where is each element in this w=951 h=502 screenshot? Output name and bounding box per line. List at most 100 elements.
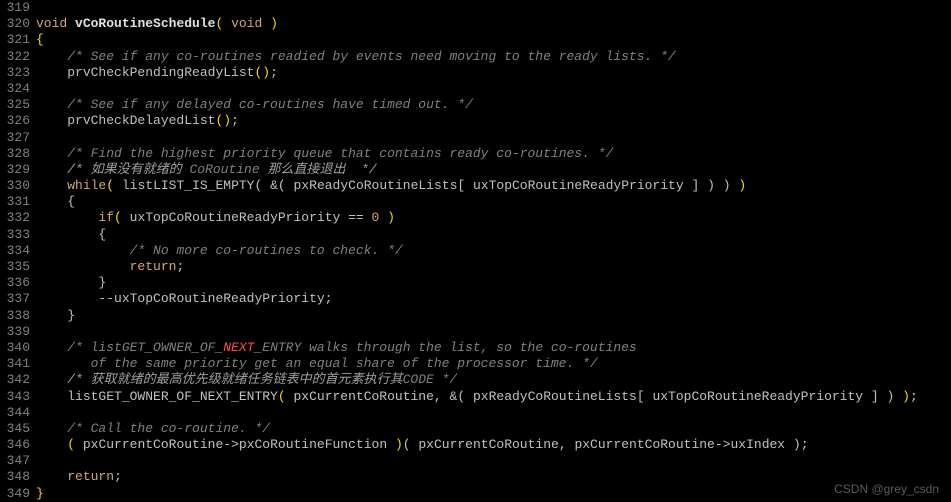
line-number: 349: [0, 486, 30, 502]
token-ident: pxCurrentCoRoutine: [418, 437, 558, 452]
token-plain: [340, 210, 348, 225]
token-plain: [699, 178, 707, 193]
code-editor[interactable]: 3193203213223233243253263273283293303313…: [0, 0, 951, 502]
token-yparen: (: [114, 210, 122, 225]
token-ident: pxReadyCoRoutineLists: [294, 178, 458, 193]
code-line[interactable]: return;: [36, 259, 951, 275]
token-ident: pxCurrentCoRoutine: [83, 437, 223, 452]
token-paren: (: [403, 437, 411, 452]
token-op: &: [270, 178, 278, 193]
line-number: 331: [0, 194, 30, 210]
token-ident: listGET_OWNER_OF_NEXT_ENTRY: [67, 389, 278, 404]
token-plain: [36, 227, 98, 242]
line-number: 329: [0, 162, 30, 178]
token-plain: [36, 372, 67, 387]
token-ident: prvCheckDelayedList: [67, 113, 215, 128]
line-number: 322: [0, 49, 30, 65]
token-plain: [879, 389, 887, 404]
token-plain: [75, 437, 83, 452]
token-plain: [262, 16, 270, 31]
token-punct: ;: [114, 469, 122, 484]
token-kw: void: [231, 16, 262, 31]
code-line[interactable]: /* See if any co-routines readied by eve…: [36, 49, 951, 65]
token-zh: /* 获取就绪的最高优先级就绪任务链表中的首元素执行其: [67, 372, 402, 387]
code-line[interactable]: /* No more co-routines to check. */: [36, 243, 951, 259]
code-line[interactable]: void vCoRoutineSchedule( void ): [36, 16, 951, 32]
line-number: 335: [0, 259, 30, 275]
code-line[interactable]: {: [36, 227, 951, 243]
code-line[interactable]: prvCheckDelayedList();: [36, 113, 951, 129]
token-bracket: [: [637, 389, 645, 404]
line-number: 345: [0, 421, 30, 437]
token-ybrace: {: [36, 32, 44, 47]
code-line[interactable]: /* listGET_OWNER_OF_NEXT_ENTRY walks thr…: [36, 340, 951, 356]
code-line[interactable]: /* Call the co-routine. */: [36, 421, 951, 437]
code-line[interactable]: prvCheckPendingReadyList();: [36, 65, 951, 81]
token-kw: return: [130, 259, 177, 274]
code-line[interactable]: [36, 130, 951, 146]
token-yparen: (): [215, 113, 231, 128]
code-area[interactable]: void vCoRoutineSchedule( void ){ /* See …: [36, 0, 951, 502]
line-number: 328: [0, 146, 30, 162]
token-ident: pxCurrentCoRoutine: [293, 389, 433, 404]
code-line[interactable]: return;: [36, 469, 951, 485]
code-line[interactable]: }: [36, 308, 951, 324]
code-line[interactable]: /* 获取就绪的最高优先级就绪任务链表中的首元素执行其CODE */: [36, 372, 951, 388]
token-plain: [36, 243, 130, 258]
token-op: ->: [715, 437, 731, 452]
token-plain: [223, 16, 231, 31]
token-com: /* See if any delayed co-routines have t…: [67, 97, 473, 112]
token-paren: ): [707, 178, 715, 193]
token-punct: ;: [231, 113, 239, 128]
code-line[interactable]: --uxTopCoRoutineReadyPriority;: [36, 291, 951, 307]
code-line[interactable]: [36, 0, 951, 16]
token-brace: {: [67, 194, 75, 209]
code-line[interactable]: [36, 405, 951, 421]
token-yparen: ): [395, 437, 403, 452]
line-number: 323: [0, 65, 30, 81]
code-line[interactable]: of the same priority get an equal share …: [36, 356, 951, 372]
token-brace: }: [67, 308, 75, 323]
code-line[interactable]: [36, 324, 951, 340]
code-line[interactable]: ( pxCurrentCoRoutine->pxCoRoutineFunctio…: [36, 437, 951, 453]
token-punct: ;: [270, 65, 278, 80]
token-com: /* Call the co-routine. */: [67, 421, 270, 436]
token-plain: [465, 178, 473, 193]
token-yparen: (): [254, 65, 270, 80]
code-line[interactable]: /* 如果没有就绪的 CoRoutine 那么直接退出 */: [36, 162, 951, 178]
line-number: 327: [0, 130, 30, 146]
line-number-gutter: 3193203213223233243253263273283293303313…: [0, 0, 36, 502]
code-line[interactable]: {: [36, 194, 951, 210]
token-ybrace: }: [36, 486, 44, 501]
token-plain: [379, 210, 387, 225]
code-line[interactable]: [36, 81, 951, 97]
code-line[interactable]: listGET_OWNER_OF_NEXT_ENTRY ( pxCurrentCo…: [36, 389, 951, 405]
code-line[interactable]: /* See if any delayed co-routines have t…: [36, 97, 951, 113]
token-ident: uxTopCoRoutineReadyPriority: [114, 291, 325, 306]
token-yparen: (: [67, 437, 75, 452]
token-paren: (: [457, 389, 465, 404]
line-number: 326: [0, 113, 30, 129]
token-yparen: ): [387, 210, 395, 225]
token-ident: listLIST_IS_EMPTY: [122, 178, 255, 193]
token-brace: }: [98, 275, 106, 290]
code-line[interactable]: [36, 453, 951, 469]
token-plain: [36, 49, 67, 64]
token-paren: (: [278, 178, 286, 193]
code-line[interactable]: }: [36, 275, 951, 291]
code-line[interactable]: while( listLIST_IS_EMPTY( &( pxReadyCoRo…: [36, 178, 951, 194]
token-com: CODE */: [403, 372, 458, 387]
code-line[interactable]: }: [36, 486, 951, 502]
token-com: /* No more co-routines to check. */: [130, 243, 403, 258]
code-line[interactable]: /* Find the highest priority queue that …: [36, 146, 951, 162]
token-plain: [442, 389, 450, 404]
token-plain: [286, 178, 294, 193]
line-number: 341: [0, 356, 30, 372]
token-com: CoRoutine: [189, 162, 267, 177]
token-plain: [36, 437, 67, 452]
token-plain: [36, 389, 67, 404]
token-plain: [36, 146, 67, 161]
code-line[interactable]: if( uxTopCoRoutineReadyPriority == 0 ): [36, 210, 951, 226]
code-line[interactable]: {: [36, 32, 951, 48]
line-number: 348: [0, 469, 30, 485]
